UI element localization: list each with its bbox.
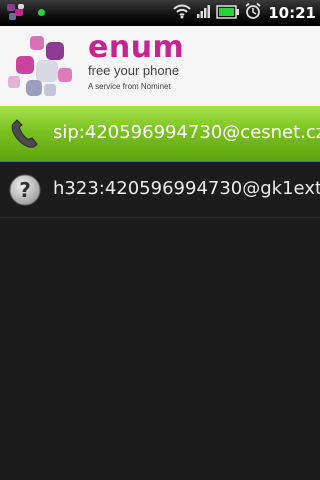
svg-text:?: ? xyxy=(19,178,31,202)
alarm-icon xyxy=(244,2,262,24)
phone-handset-icon xyxy=(9,118,41,150)
app-header-banner: enum free your phone A service from Nomi… xyxy=(0,26,320,106)
service-provider-text: A service from Nominet xyxy=(88,82,171,91)
battery-icon xyxy=(216,4,240,23)
list-item[interactable]: ? h323:420596994730@gk1ext. xyxy=(0,162,320,218)
list-item-text: h323:420596994730@gk1ext. xyxy=(53,178,320,199)
wifi-icon xyxy=(172,3,192,23)
notification-dot-icon xyxy=(38,9,45,16)
question-mark-icon: ? xyxy=(9,174,41,206)
list-item-text: sip:420596994730@cesnet.cz xyxy=(53,122,320,143)
list-item[interactable]: sip:420596994730@cesnet.cz xyxy=(0,106,320,162)
tagline: free your phone xyxy=(88,63,180,78)
brand-name: enum xyxy=(88,30,185,65)
signal-icon xyxy=(196,3,212,23)
status-time: 10:21 xyxy=(268,4,316,22)
enum-record-list: sip:420596994730@cesnet.cz ? h323:420596… xyxy=(0,106,320,218)
app-notification-icon[interactable] xyxy=(6,3,28,26)
enum-logo-icon xyxy=(6,30,84,106)
status-bar: 10:21 xyxy=(0,0,320,26)
